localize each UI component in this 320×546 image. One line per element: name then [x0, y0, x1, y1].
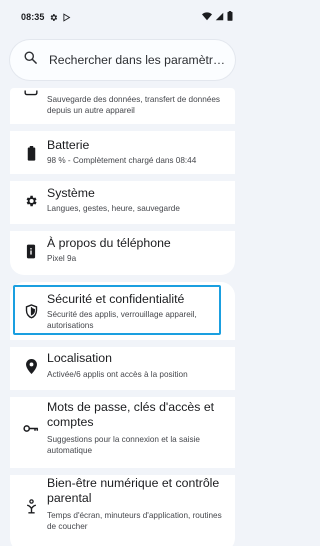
play-store-icon [62, 12, 71, 22]
settings-item-system[interactable]: Système Langues, gestes, heure, sauvegar… [10, 181, 235, 224]
battery-icon [23, 145, 39, 161]
settings-item-about-phone[interactable]: À propos du téléphone Pixel 9a [10, 231, 235, 275]
settings-item-subtitle: 98 % - Complètement chargé dans 08:44 [47, 156, 197, 165]
gear-icon [49, 13, 58, 22]
search-icon [23, 50, 38, 70]
settings-item-title: Système [47, 186, 95, 200]
settings-item-location[interactable]: Localisation Activée/6 applis ont accès … [10, 347, 235, 390]
settings-item-title: Batterie [47, 138, 90, 152]
settings-item-subtitle: Temps d'écran, minuteurs d'application, … [47, 511, 222, 531]
settings-item-digital-wellbeing[interactable]: Bien-être numérique et contrôle parental… [10, 475, 235, 545]
settings-item-subtitle: Sécurité des applis, verrouillage appare… [47, 310, 197, 330]
status-time: 08:35 [21, 12, 45, 22]
settings-card-top: Sauvegarde des données, transfert de don… [10, 88, 235, 275]
wellbeing-icon [23, 498, 39, 514]
shield-icon [23, 303, 39, 319]
settings-item-battery[interactable]: Batterie 98 % - Complètement chargé dans… [10, 131, 235, 174]
divider [10, 340, 235, 347]
settings-item-title: Bien-être numérique et contrôle parental [47, 476, 220, 505]
settings-item-title: Localisation [47, 351, 112, 365]
settings-item-subtitle: Langues, gestes, heure, sauvegarde [47, 204, 180, 213]
settings-item-subtitle: Suggestions pour la connexion et la sais… [47, 435, 200, 455]
location-pin-icon [23, 358, 39, 374]
signal-icon [215, 12, 224, 23]
backup-icon [23, 88, 39, 102]
gear-icon [23, 193, 39, 209]
search-bar[interactable]: Rechercher dans les paramètr… [10, 40, 235, 80]
settings-item-subtitle: Pixel 9a [47, 254, 77, 263]
settings-item-security[interactable]: Sécurité et confidentialité Sécurité des… [10, 288, 235, 338]
settings-item-title: Sécurité et confidentialité [47, 292, 185, 306]
divider [10, 174, 235, 181]
status-bar: 08:35 [0, 0, 243, 34]
settings-item-backup[interactable]: Sauvegarde des données, transfert de don… [10, 88, 235, 122]
divider [10, 468, 235, 475]
settings-card-bottom: Sécurité et confidentialité Sécurité des… [10, 282, 235, 546]
settings-item-passwords-accounts[interactable]: Mots de passe, clés d'accès et comptes S… [10, 397, 235, 464]
wifi-icon [202, 11, 212, 23]
settings-item-subtitle: Sauvegarde des données, transfert de don… [47, 95, 220, 115]
settings-item-title: Mots de passe, clés d'accès et comptes [47, 400, 215, 429]
divider [10, 224, 235, 231]
status-indicators [202, 11, 233, 23]
divider [10, 390, 235, 397]
settings-item-subtitle: Activée/6 applis ont accès à la position [47, 370, 188, 379]
settings-item-title: À propos du téléphone [47, 236, 171, 250]
search-input[interactable]: Rechercher dans les paramètr… [49, 53, 229, 67]
key-icon [23, 420, 39, 436]
divider [10, 124, 235, 131]
phone-icon [23, 243, 39, 259]
battery-status-icon [227, 11, 233, 23]
